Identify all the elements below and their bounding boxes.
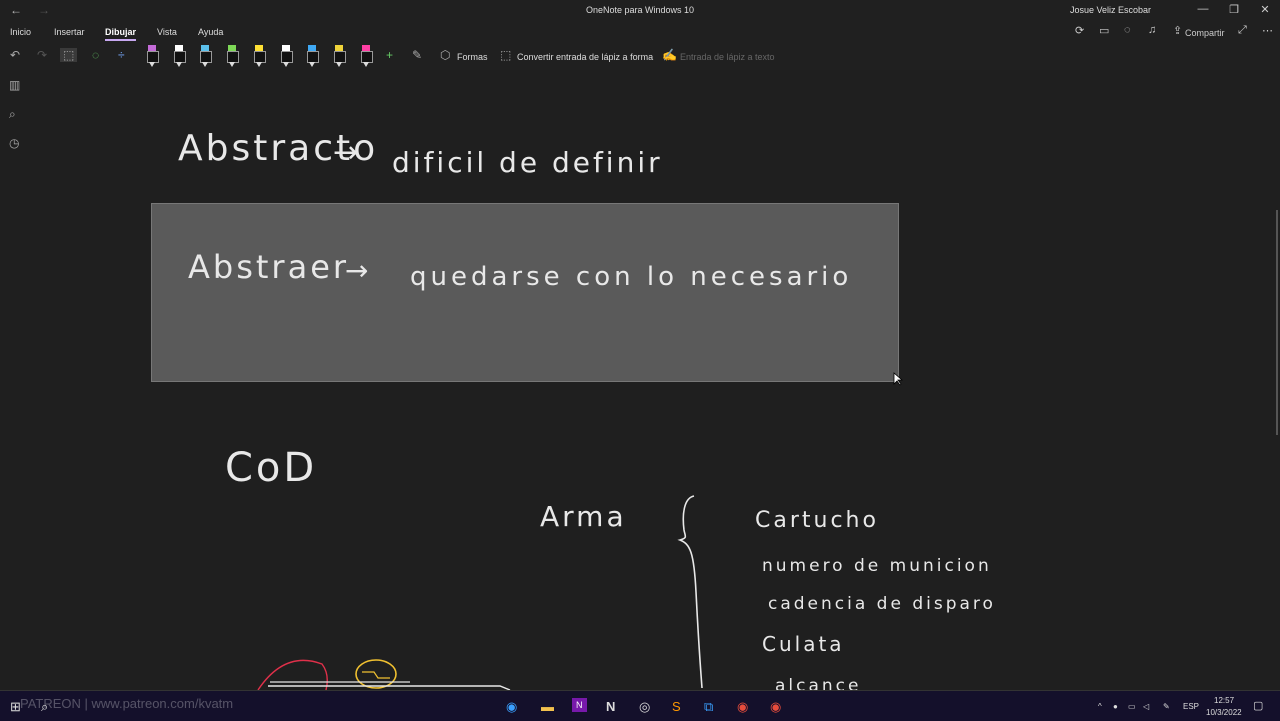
pen-4-icon[interactable] <box>226 45 240 67</box>
ink-arma: Arma <box>540 500 627 533</box>
notebook-icon[interactable]: ▭ <box>1099 24 1109 37</box>
pen-3-icon[interactable] <box>199 45 213 67</box>
mouse-cursor-icon <box>893 372 903 386</box>
notion-icon[interactable]: N <box>606 699 615 714</box>
pen-2-icon[interactable] <box>173 45 186 67</box>
lightbulb-icon[interactable]: ◌ <box>1124 24 1131 36</box>
lasso-icon[interactable]: ◌ <box>92 48 99 62</box>
ink-cod: CoD <box>225 445 318 491</box>
ink-replay-icon[interactable]: ✎ <box>412 48 422 62</box>
tab-dibujar[interactable]: Dibujar <box>105 27 137 41</box>
pen-5-icon[interactable] <box>253 45 266 67</box>
bell-icon[interactable]: ♫ <box>1148 24 1156 36</box>
shapes-icon[interactable]: ⬡ <box>440 48 450 62</box>
gray-ink-box[interactable] <box>151 203 899 382</box>
share-button[interactable]: Compartir <box>1185 28 1225 38</box>
undo-icon[interactable]: ↶ <box>10 48 20 62</box>
language-indicator[interactable]: ESP <box>1183 702 1199 711</box>
recent-icon[interactable]: ◷ <box>9 136 19 150</box>
watermark: PATREON | www.patreon.com/kvatm <box>20 696 234 711</box>
tab-vista[interactable]: Vista <box>157 27 177 37</box>
ink-curly-brace <box>677 495 703 689</box>
chrome-alt-icon[interactable]: ◉ <box>770 699 781 715</box>
chrome-icon[interactable]: ◉ <box>737 699 748 715</box>
ink-list-culata: Culata <box>762 632 845 656</box>
ink-list-cartucho: Cartucho <box>755 508 879 533</box>
fullscreen-icon[interactable]: ⤢ <box>1238 24 1247 37</box>
onenote-taskbar-icon[interactable]: N <box>572 698 587 712</box>
network-icon[interactable]: ▭ <box>1128 702 1136 711</box>
ink-gun-sketch <box>257 659 511 691</box>
pen-6-icon[interactable] <box>280 45 293 67</box>
restore-button[interactable]: ❐ <box>1219 3 1249 16</box>
pen-tray-icon[interactable]: ✎ <box>1163 702 1170 711</box>
minimize-button[interactable]: — <box>1188 3 1218 15</box>
search-icon[interactable]: ⌕ <box>9 107 16 122</box>
more-options-icon[interactable]: ⋯ <box>1262 24 1273 37</box>
pen-1-icon[interactable] <box>146 45 159 67</box>
ink-list-cadencia: cadencia de disparo <box>768 594 996 614</box>
ink-list-numero-municion: numero de municion <box>762 556 992 576</box>
menu-bar: Inicio Insertar Dibujar Vista Ayuda <box>0 22 1280 42</box>
left-sidebar: ▥ ⌕ ◷ <box>0 70 32 690</box>
select-tool-icon[interactable]: ⬚ <box>60 48 78 62</box>
tray-chevron-icon[interactable]: ^ <box>1098 702 1102 711</box>
pen-9-icon[interactable] <box>360 45 373 67</box>
pen-8-icon[interactable] <box>333 45 346 67</box>
ink-arrow-1: → <box>333 135 362 170</box>
ink-to-text-icon: ✍ <box>662 48 677 62</box>
shapes-button[interactable]: Formas <box>457 52 488 62</box>
ink-quedarse-con-lo-necesario: quedarse con lo necesario <box>410 262 853 292</box>
insert-space-icon[interactable]: ÷ <box>118 48 125 62</box>
title-bar: ← → OneNote para Windows 10 Josue Veliz … <box>0 0 1280 22</box>
ink-dificil-de-definir: dificil de definir <box>392 146 663 179</box>
notebooks-icon[interactable]: ▥ <box>9 78 20 92</box>
github-icon[interactable]: ◎ <box>639 699 650 715</box>
notifications-icon[interactable]: ▢ <box>1253 699 1263 712</box>
redo-icon[interactable]: ↷ <box>37 48 47 62</box>
sync-icon[interactable]: ⟳ <box>1075 24 1084 37</box>
edge-icon[interactable]: ◉ <box>506 699 517 715</box>
file-explorer-icon[interactable]: ▬ <box>541 699 554 714</box>
ink-to-text-button: Entrada de lápiz a texto <box>680 52 775 62</box>
add-pen-icon[interactable]: + <box>386 48 393 62</box>
vertical-scrollbar[interactable] <box>1276 210 1278 435</box>
vscode-icon[interactable]: ⧉ <box>704 699 713 715</box>
ink-abstraer: Abstraer <box>188 248 350 286</box>
clock-date[interactable]: 10/3/2022 <box>1206 708 1242 717</box>
tab-ayuda[interactable]: Ayuda <box>198 27 223 37</box>
volume-icon[interactable]: ◁ <box>1143 702 1149 711</box>
close-button[interactable]: ✕ <box>1250 3 1280 16</box>
user-name[interactable]: Josue Veliz Escobar <box>1070 5 1151 15</box>
convert-ink-to-shape-button[interactable]: Convertir entrada de lápiz a forma <box>517 52 653 62</box>
sublime-icon[interactable]: S <box>672 699 681 714</box>
clock-time[interactable]: 12:57 <box>1214 696 1234 705</box>
share-icon[interactable]: ⇪ <box>1173 24 1182 37</box>
tab-insertar[interactable]: Insertar <box>54 27 85 37</box>
convert-shape-icon[interactable]: ⬚ <box>500 48 511 62</box>
mic-icon[interactable]: ● <box>1113 702 1118 711</box>
pen-7-icon[interactable] <box>306 45 320 67</box>
tab-inicio[interactable]: Inicio <box>10 27 31 37</box>
ink-arrow-2: → <box>345 254 372 287</box>
draw-ribbon: ↶ ↷ ⬚ ◌ ÷ + ✎ ⬡ Formas ⬚ Convertir entra… <box>0 42 1280 71</box>
